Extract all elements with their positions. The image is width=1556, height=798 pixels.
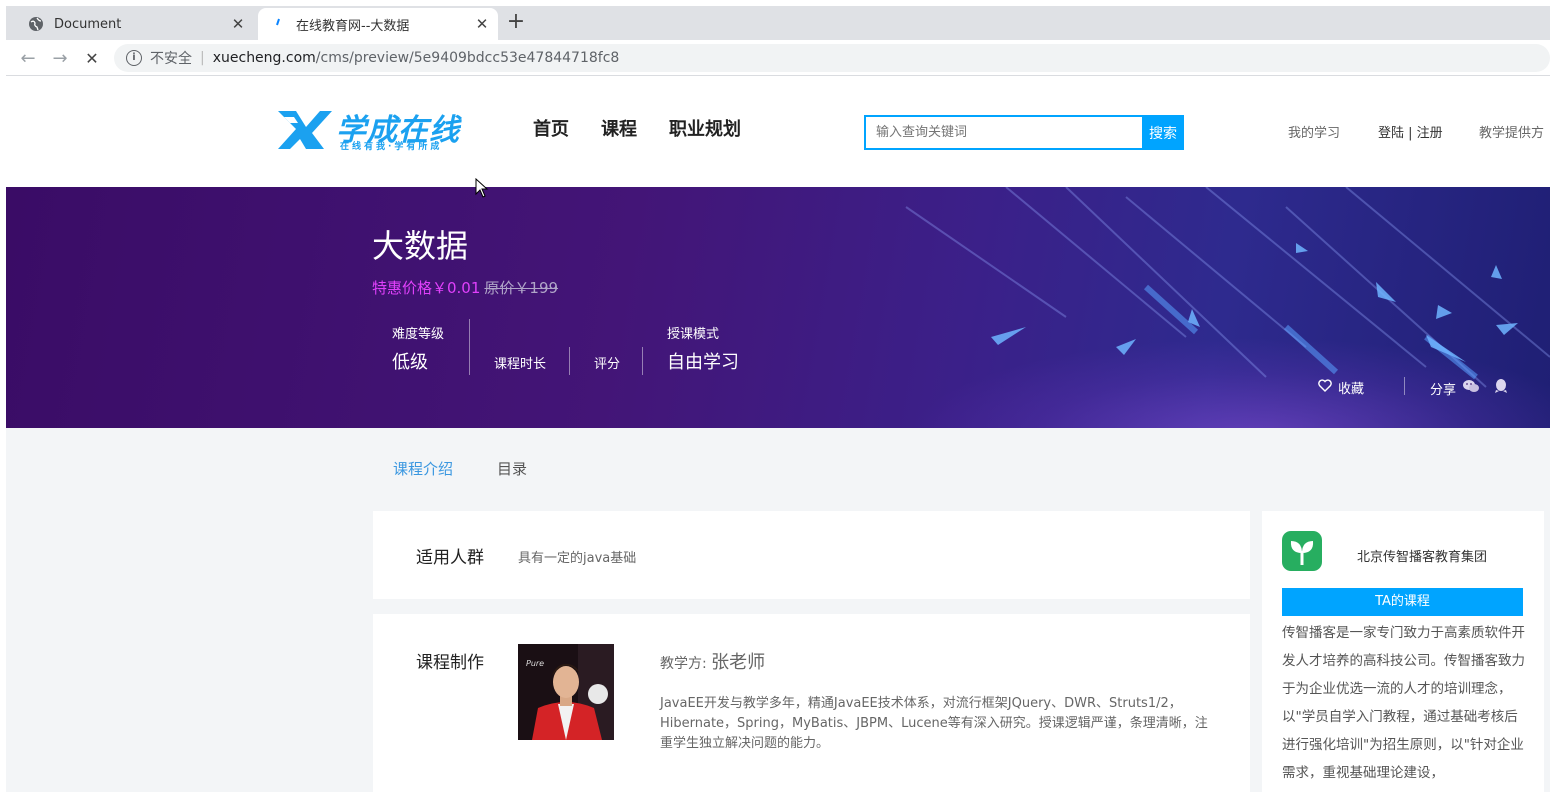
info-icon[interactable]: i [126, 50, 142, 66]
url-path: /cms/preview/5e9409bdcc53e47844718fc8 [315, 50, 620, 66]
organization-logo [1282, 531, 1322, 571]
organization-panel: 北京传智播客教育集团 TA的课程 传智播客是一家专门致力于高素质软件开发人才培养… [1262, 511, 1544, 798]
audience-card: 适用人群 具有一定的java基础 [373, 511, 1250, 599]
url-text: xuecheng.com/cms/preview/5e9409bdcc53e47… [213, 50, 620, 66]
mouse-cursor-icon [475, 178, 489, 198]
heart-icon [1318, 379, 1332, 396]
difficulty-label: 难度等级 [392, 327, 445, 342]
action-divider [1404, 377, 1405, 395]
duration-label: 课程时长 [494, 357, 547, 372]
tab-title: Document [54, 16, 122, 32]
back-arrow-icon[interactable]: ← [18, 48, 38, 69]
mode-info: 授课模式 自由学习 [667, 323, 739, 374]
course-tabs: 课程介绍 目录 [393, 458, 527, 479]
teacher-name: 张老师 [711, 652, 766, 673]
address-bar[interactable]: i 不安全 | xuecheng.com/cms/preview/5e9409b… [114, 44, 1550, 72]
site-logo[interactable]: 学成在线 在线有我·学有所成 [276, 105, 472, 153]
favorite-button[interactable]: 收藏 [1318, 378, 1364, 397]
login-register-link[interactable]: 登陆 | 注册 [1378, 122, 1443, 141]
course-title: 大数据 [372, 227, 469, 265]
info-divider [569, 347, 570, 375]
nav-item-home[interactable]: 首页 [533, 115, 569, 141]
share-group: 分享 [1430, 378, 1508, 398]
tab-catalog[interactable]: 目录 [497, 458, 527, 479]
rating-info: 评分 [594, 353, 620, 372]
favorite-label: 收藏 [1338, 382, 1365, 397]
tab-course-intro[interactable]: 课程介绍 [393, 458, 453, 479]
site-header: 学成在线 在线有我·学有所成 首页 课程 职业规划 搜索 我的学习 登陆 | 注… [6, 77, 1550, 187]
browser-tabbar: Document ✕ 在线教育网--大数据 ✕ + [6, 6, 1550, 40]
production-label: 课程制作 [416, 653, 484, 673]
browser-tab-document[interactable]: Document ✕ [16, 8, 254, 40]
wechat-icon[interactable] [1462, 379, 1480, 397]
course-price: 特惠价格￥0.01 原价￥199 [372, 277, 558, 298]
rating-label: 评分 [594, 357, 621, 372]
search-input[interactable] [864, 115, 1142, 150]
nav-item-career[interactable]: 职业规划 [669, 115, 741, 141]
teacher-description: JavaEE开发与教学多年，精通JavaEE技术体系，对流行框架JQuery、D… [660, 696, 1208, 751]
search-button[interactable]: 搜索 [1142, 115, 1184, 150]
qq-icon[interactable] [1494, 378, 1508, 398]
svg-text:Pure: Pure [526, 659, 544, 668]
new-tab-button[interactable]: + [506, 11, 526, 33]
organization-description: 传智播客是一家专门致力于高素质软件开发人才培养的高科技公司。传智播客致力于为企业… [1282, 625, 1525, 781]
security-label: 不安全 [150, 51, 192, 67]
site-favicon [270, 16, 286, 32]
forward-arrow-icon[interactable]: → [50, 48, 70, 69]
provider-link[interactable]: 教学提供方 [1479, 122, 1544, 141]
nav-item-courses[interactable]: 课程 [601, 115, 637, 141]
teacher-line: 教学方: 张老师 [660, 648, 765, 674]
difficulty-value: 低级 [392, 352, 428, 373]
main-nav: 首页 课程 职业规划 [533, 115, 741, 141]
ta-courses-button[interactable]: TA的课程 [1282, 588, 1523, 616]
duration-info: 课程时长 [494, 353, 546, 372]
globe-icon [28, 16, 44, 32]
search-box: 搜索 [864, 115, 1184, 150]
address-separator: | [200, 50, 205, 66]
logo-slogan: 在线有我·学有所成 [340, 142, 443, 152]
price-original: 原价￥199 [484, 279, 559, 297]
tab-title: 在线教育网--大数据 [296, 18, 410, 34]
info-divider [469, 319, 470, 375]
teacher-prefix: 教学方: [660, 656, 707, 672]
browser-tab-course[interactable]: 在线教育网--大数据 ✕ [258, 8, 498, 40]
mode-value: 自由学习 [667, 352, 739, 373]
close-tab-icon[interactable]: ✕ [228, 14, 248, 34]
organization-name: 北京传智播客教育集团 [1357, 550, 1488, 565]
course-banner: 大数据 特惠价格￥0.01 原价￥199 难度等级 低级 课程时长 评分 授课模式… [6, 187, 1550, 428]
audience-text: 具有一定的java基础 [518, 551, 637, 566]
content-area: 课程介绍 目录 适用人群 具有一定的java基础 课程制作 Pure 教学方: … [6, 428, 1550, 798]
info-divider [642, 347, 643, 375]
browser-toolbar: ← → ✕ i 不安全 | xuecheng.com/cms/preview/5… [6, 40, 1550, 76]
price-now: 特惠价格￥0.01 [372, 279, 481, 297]
teacher-avatar: Pure [518, 644, 614, 740]
url-host: xuecheng.com [212, 50, 316, 66]
mode-label: 授课模式 [667, 327, 720, 342]
production-card: 课程制作 Pure 教学方: 张老师 JavaEE开发与教学多年，精通JavaE… [373, 614, 1250, 794]
share-label: 分享 [1430, 382, 1457, 398]
stop-loading-icon[interactable]: ✕ [82, 48, 102, 68]
difficulty-info: 难度等级 低级 [392, 323, 444, 374]
close-tab-icon[interactable]: ✕ [472, 14, 492, 34]
my-learning-link[interactable]: 我的学习 [1288, 122, 1340, 141]
audience-label: 适用人群 [416, 548, 484, 568]
